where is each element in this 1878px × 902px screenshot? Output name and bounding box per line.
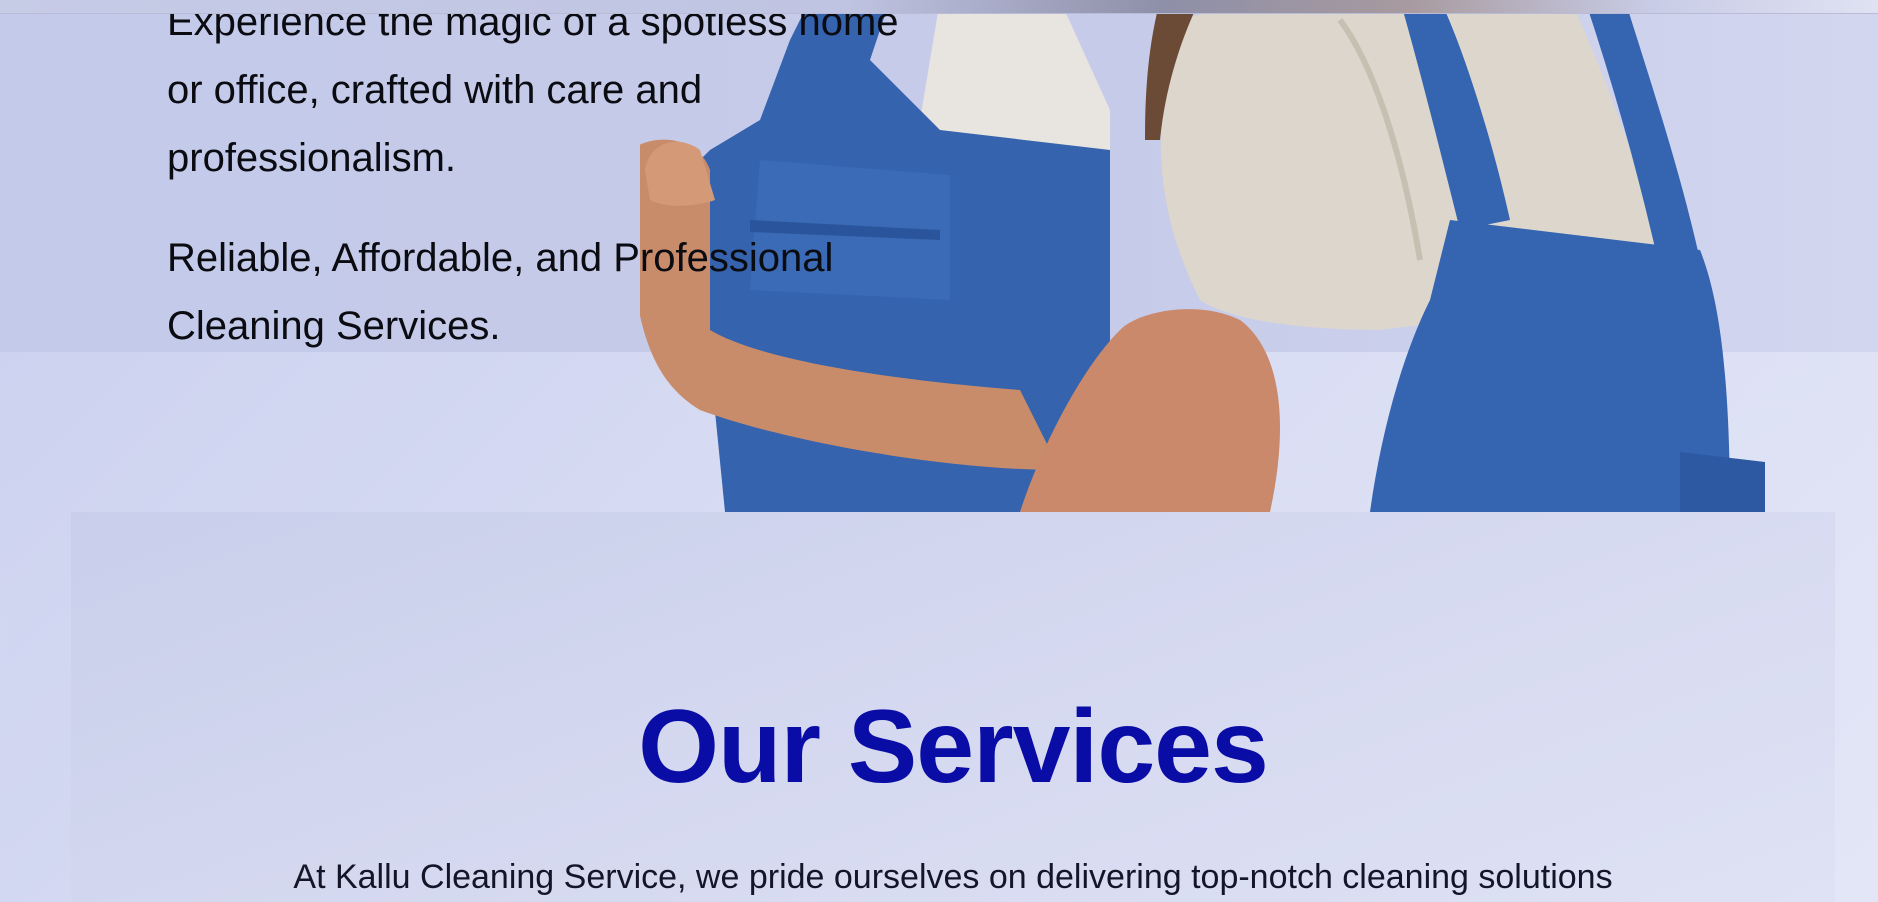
hero-description-line: or office, crafted with care and	[167, 68, 703, 112]
services-heading: Our Services	[638, 689, 1269, 805]
hero-tagline-line: Reliable, Affordable, and Professional	[167, 236, 834, 280]
top-scroll-edge	[0, 0, 1878, 14]
hero-section: Experience the magic of a spotless home …	[0, 0, 1878, 512]
services-section: Our Services At Kallu Cleaning Service, …	[71, 512, 1835, 902]
hero-tagline-line: Cleaning Services.	[167, 304, 501, 348]
hero-text-block: Experience the magic of a spotless home …	[167, 0, 947, 360]
services-intro: At Kallu Cleaning Service, we pride ours…	[293, 858, 1613, 896]
hero-description-line: professionalism.	[167, 136, 457, 180]
